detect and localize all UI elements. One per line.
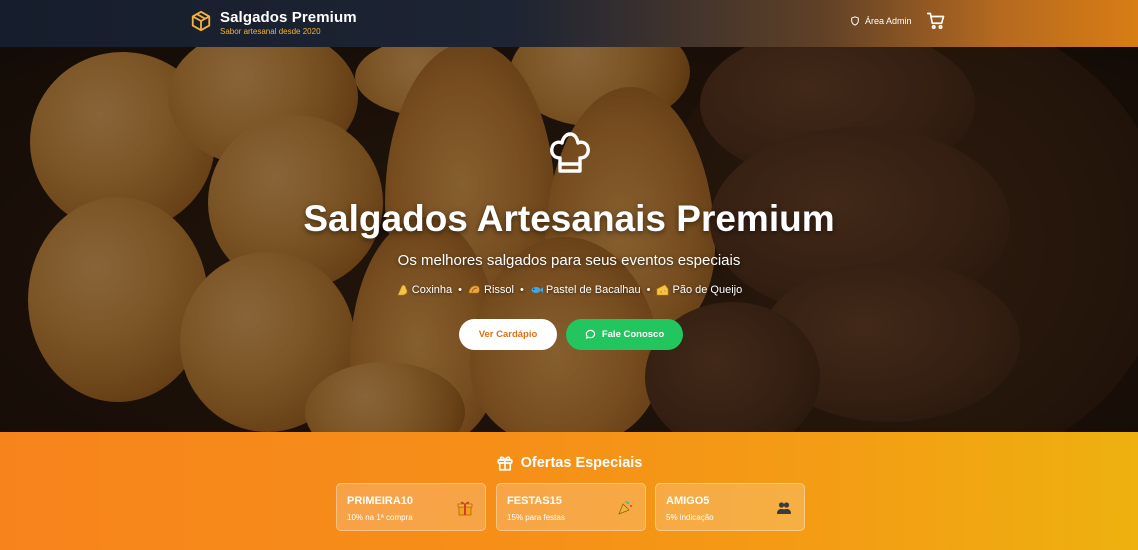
product-item: Pastel de Bacalhau: [530, 283, 641, 297]
admin-area-link[interactable]: Área Admin: [850, 16, 912, 26]
product-item: Pão de Queijo: [656, 283, 742, 297]
special-offers-section: Ofertas Especiais PRIMEIRA10 10% na 1ª c…: [0, 432, 1138, 550]
shield-icon: [851, 16, 859, 26]
hero-subtitle: Os melhores salgados para seus eventos e…: [397, 252, 741, 269]
coxinha-emoji-icon: [397, 284, 408, 296]
shopping-cart-icon[interactable]: [927, 12, 945, 30]
coupon-card-primeira10[interactable]: PRIMEIRA10 10% na 1ª compra: [336, 483, 486, 531]
rissol-emoji-icon: [468, 285, 480, 294]
coupon-card-amigo5[interactable]: AMIGO5 5% indicação: [655, 483, 805, 531]
contact-us-label: Fale Conosco: [601, 329, 665, 340]
offers-heading: Ofertas Especiais: [0, 454, 1138, 472]
cheese-emoji-icon: [657, 284, 669, 296]
chef-hat-icon: [550, 132, 590, 173]
chat-bubble-icon: [585, 329, 596, 339]
fish-emoji-icon: [531, 287, 543, 293]
hero-section: Salgados Artesanais Premium Os melhores …: [0, 47, 1138, 432]
people-emoji-icon: [777, 502, 791, 514]
coupon-description: 15% para festas: [507, 513, 565, 522]
offers-title: Ofertas Especiais: [520, 455, 643, 471]
coupon-description: 5% indicação: [666, 513, 714, 522]
brand-logo-link[interactable]: Salgados Premium Sabor artesanal desde 2…: [190, 9, 357, 37]
hero-title: Salgados Artesanais Premium: [303, 198, 835, 239]
coupon-card-festas15[interactable]: FESTAS15 15% para festas: [496, 483, 646, 531]
product-highlights: Coxinha • Rissol • Pastel de Bacalhau •: [0, 283, 1138, 297]
view-menu-button[interactable]: Ver Cardápio: [459, 319, 557, 350]
admin-area-label: Área Admin: [865, 16, 912, 26]
gift-icon: [497, 456, 513, 471]
coupon-code: AMIGO5: [666, 495, 710, 507]
product-item: Rissol: [468, 283, 514, 297]
top-navbar: Salgados Premium Sabor artesanal desde 2…: [0, 0, 1138, 47]
contact-us-button[interactable]: Fale Conosco: [566, 319, 683, 350]
package-box-icon: [191, 10, 211, 32]
coupon-code: PRIMEIRA10: [347, 495, 414, 507]
coupon-description: 10% na 1ª compra: [347, 513, 413, 522]
party-popper-emoji-icon: [618, 501, 632, 515]
brand-tagline: Sabor artesanal desde 2020: [220, 27, 321, 36]
coupon-code: FESTAS15: [507, 495, 562, 507]
gift-emoji-icon: [457, 501, 473, 516]
brand-name: Salgados Premium: [220, 9, 357, 26]
product-item: Coxinha: [396, 283, 452, 297]
